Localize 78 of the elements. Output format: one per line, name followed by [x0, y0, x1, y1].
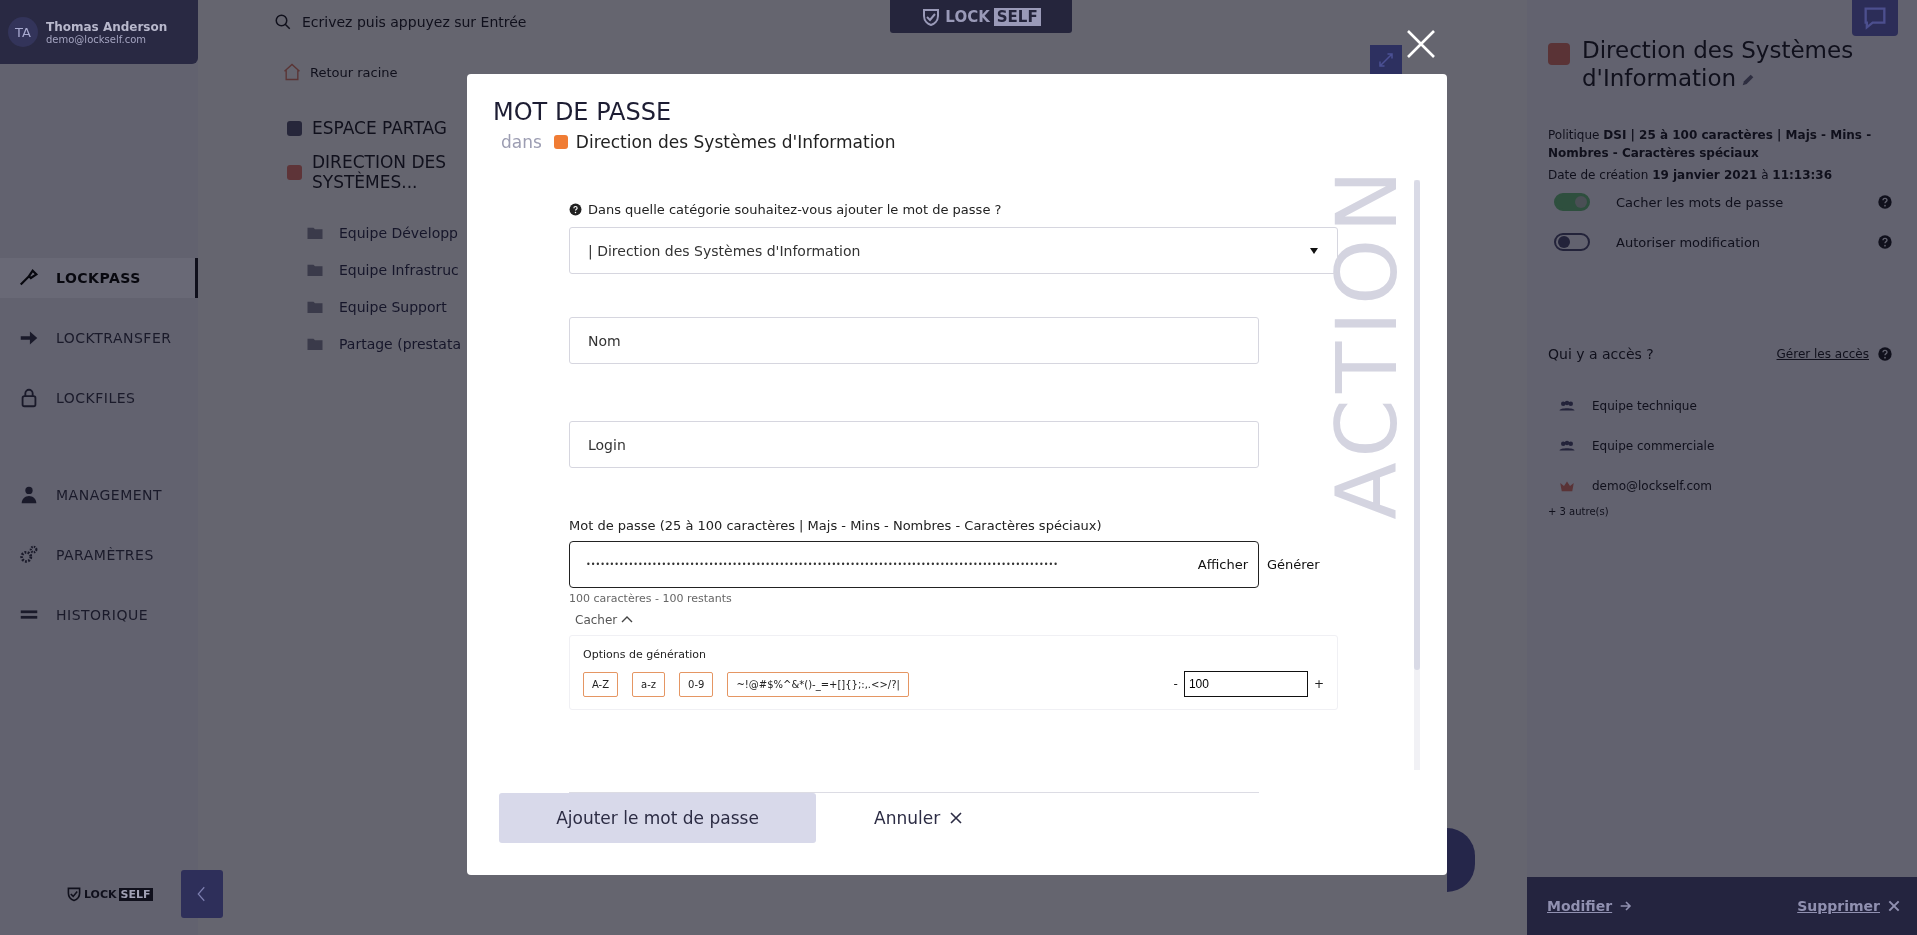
close-icon: [1405, 28, 1437, 60]
nav-item[interactable]: LOCKFILES: [0, 368, 198, 428]
tree-folder[interactable]: DIRECTION DES SYSTÈMES...: [287, 152, 467, 192]
nav-item[interactable]: LOCKTRANSFER: [0, 308, 198, 368]
edit-link[interactable]: Modifier: [1547, 898, 1635, 914]
charset-toggle[interactable]: ~!@#$%^&*()-_=+[]{};:,.<>/?|: [727, 671, 909, 697]
password-field[interactable]: •••••••••••••••••••••••••••••••••••••••••••••••••••••••••••••••••••••••••••••••••••••••••••••••••••• Afficher: [569, 541, 1259, 588]
login-field[interactable]: Login: [569, 421, 1259, 468]
user-name: Thomas Anderson: [46, 19, 168, 34]
nav-item[interactable]: PARAMÈTRES: [0, 525, 198, 585]
search-field[interactable]: Ecrivez puis appuyez sur Entrée: [198, 0, 890, 44]
access-entry: Equipe commerciale: [1592, 439, 1715, 453]
expand-icon: [1377, 50, 1395, 69]
toggle-options-button[interactable]: Cacher: [575, 613, 634, 627]
context-folder: Direction des Systèmes d'Information: [575, 132, 896, 152]
tree-item[interactable]: Equipe Support: [287, 288, 467, 325]
submit-button[interactable]: Ajouter le mot de passe: [499, 793, 816, 843]
detail-title: Direction des Systèmes d'Information: [1582, 36, 1855, 92]
folder-badge-icon: [553, 135, 568, 149]
tree-item[interactable]: Equipe Développ: [287, 214, 467, 251]
search-icon: [274, 13, 292, 31]
help-icon: [1877, 234, 1893, 250]
help-button[interactable]: [1852, 0, 1898, 36]
back-link[interactable]: Retour racine: [282, 52, 398, 92]
logo-text: LOCK: [945, 7, 990, 26]
shield-icon: [66, 886, 82, 902]
home-icon: [282, 62, 302, 82]
help-icon: [1877, 194, 1893, 210]
name-field[interactable]: Nom: [569, 317, 1259, 364]
tree-folder[interactable]: ESPACE PARTAG: [287, 118, 467, 138]
logo-text: SELF: [993, 7, 1041, 26]
charset-toggle[interactable]: A-Z: [583, 671, 619, 697]
creation-date: Date de création 19 janvier 2021 à 11:13:36: [1548, 168, 1833, 182]
close-icon: [1886, 898, 1902, 914]
character-counter: 100 caractères - 100 restants: [569, 592, 733, 605]
generate-button[interactable]: Générer: [1267, 557, 1320, 572]
charset-toggle[interactable]: 0-9: [679, 671, 714, 697]
increase-button[interactable]: +: [1313, 677, 1324, 691]
toggle-label: Autoriser modification: [1616, 234, 1761, 250]
scrollbar[interactable]: [1414, 180, 1420, 770]
delete-link[interactable]: Supprimer: [1797, 898, 1902, 914]
floating-button[interactable]: [1447, 828, 1475, 892]
folder-badge-icon: [1548, 43, 1570, 65]
field-label: Mot de passe (25 à 100 caractères | Majs - Mins - Nombres - Caractères spéciaux): [569, 518, 1103, 533]
help-icon: [1877, 346, 1893, 362]
length-field[interactable]: 100: [1183, 671, 1308, 697]
caret-down-icon: [1309, 245, 1319, 256]
tree-item[interactable]: Equipe Infrastruc: [287, 251, 467, 288]
toggle-switch[interactable]: [1554, 193, 1590, 211]
nav-item[interactable]: MANAGEMENT: [0, 465, 198, 525]
manage-access-link[interactable]: Gérer les accès: [1776, 347, 1869, 361]
modal-title: MOT DE PASSE: [493, 98, 673, 126]
context-prefix: dans: [501, 132, 542, 152]
logo-text: SELF: [118, 887, 153, 901]
category-select[interactable]: | Direction des Systèmes d'Information: [569, 227, 1338, 274]
shield-icon: [921, 6, 942, 27]
tree-item[interactable]: Partage (prestata: [287, 325, 467, 362]
section-title: Qui y a accès ?: [1548, 346, 1654, 362]
show-password-button[interactable]: Afficher: [1197, 557, 1248, 572]
logo-text: LOCK: [84, 887, 117, 901]
more-count: + 3 autre(s): [1548, 506, 1610, 517]
collapse-button[interactable]: [181, 870, 223, 918]
nav-item[interactable]: HISTORIQUE: [0, 585, 198, 645]
decrease-button[interactable]: -: [1173, 677, 1178, 691]
toggle-label: Cacher les mots de passe: [1616, 194, 1784, 210]
toggle-switch[interactable]: [1554, 233, 1590, 251]
access-entry: demo@lockself.com: [1592, 479, 1713, 493]
charset-toggle[interactable]: a-z: [632, 671, 666, 697]
options-title: Options de génération: [583, 648, 707, 661]
user-email: demo@lockself.com: [46, 33, 147, 45]
gears-icon: [18, 544, 40, 566]
nav-item[interactable]: LOCKPASS: [0, 258, 198, 298]
help-icon: [569, 203, 582, 216]
cancel-button[interactable]: Annuler: [874, 808, 963, 828]
close-icon: [950, 812, 963, 824]
access-entry: Equipe technique: [1592, 399, 1697, 413]
avatar: TA: [8, 17, 38, 47]
field-label: Dans quelle catégorie souhaitez-vous ajouter le mot de passe ?: [588, 202, 1002, 217]
